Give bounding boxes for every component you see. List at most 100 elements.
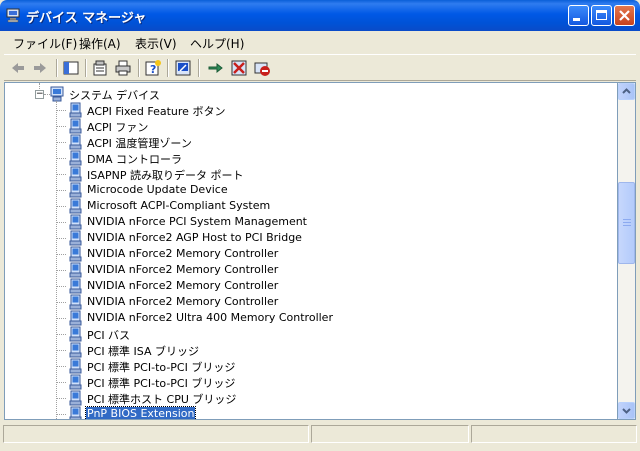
device-icon [69,198,82,214]
tree-line [57,254,66,255]
device-icon [69,310,82,326]
tree-line [57,158,66,159]
toolbar-separator [138,59,140,77]
device-icon [69,262,82,278]
menu-file[interactable]: ファイル(F) [13,35,77,52]
tree-line [57,110,66,111]
vertical-scrollbar[interactable] [618,82,636,420]
device-icon [69,342,82,358]
device-icon [69,150,82,166]
status-pane-2 [311,425,469,443]
tree-line [57,286,66,287]
menu-action[interactable]: 操作(A) [79,35,121,52]
chevron-down-icon [622,408,631,414]
toolbar-separator [198,59,200,77]
tree-line [57,238,66,239]
uninstall-icon[interactable] [230,59,248,77]
help-icon[interactable]: ? [144,59,162,77]
system-devices-icon [50,86,64,102]
menu-help[interactable]: ヘルプ(H) [190,35,244,52]
toolbar-separator [56,59,58,77]
device-icon [69,230,82,246]
device-item-label: PCI 標準 PCI-to-PCI ブリッジ [87,361,236,374]
toolbar: ? [4,54,636,81]
menu-bar: ファイル(F) 操作(A) 表示(V) ヘルプ(H) [4,31,636,54]
close-button[interactable] [614,5,635,26]
tree-line [57,350,66,351]
device-item-label: PnP BIOS Extension [84,406,197,420]
tree-line [57,222,66,223]
device-icon [69,358,82,374]
device-item-label: NVIDIA nForce2 AGP Host to PCI Bridge [87,231,302,244]
scroll-down-button[interactable] [618,402,635,419]
device-icon [69,390,82,406]
device-item-label: NVIDIA nForce2 Memory Controller [87,247,279,260]
tree-line [57,382,66,383]
chevron-up-icon [622,88,631,94]
device-icon [69,406,82,419]
device-item-label: ACPI ファン [87,121,149,134]
menu-view[interactable]: 表示(V) [135,35,177,52]
collapse-toggle[interactable]: − [35,90,44,99]
title-bar: デバイス マネージャ [0,0,640,31]
device-item-label: PCI 標準 ISA ブリッジ [87,345,200,358]
device-item-label: NVIDIA nForce2 Memory Controller [87,263,279,276]
scan-hardware-changes-icon[interactable] [174,59,192,77]
properties-icon[interactable] [91,59,109,77]
status-pane-3 [471,425,637,443]
device-item-label: PCI 標準 PCI-to-PCI ブリッジ [87,377,236,390]
forward-arrow-icon[interactable] [31,59,49,77]
device-icon [69,246,82,262]
print-icon[interactable] [114,59,132,77]
device-item-label: PCI 標準ホスト CPU ブリッジ [87,393,237,406]
status-pane-1 [3,425,309,443]
device-item-label: Microcode Update Device [87,183,228,196]
device-icon [69,214,82,230]
tree-line [57,190,66,191]
svg-text:?: ? [150,63,156,76]
tree-line [57,334,66,335]
device-item-label: PCI バス [87,329,131,342]
tree-line [57,174,66,175]
device-icon [69,118,82,134]
tree-line [57,318,66,319]
maximize-button[interactable] [591,5,612,26]
toolbar-separator [85,59,87,77]
device-icon [69,278,82,294]
back-arrow-icon[interactable] [9,59,27,77]
tree-line [57,366,66,367]
device-item-label: NVIDIA nForce2 Ultra 400 Memory Controll… [87,311,333,324]
device-tree[interactable]: − システム デバイス ACPI Fixed Feature ボタン ACPI フ… [4,82,618,420]
scroll-thumb[interactable] [618,182,635,264]
close-icon [619,10,630,21]
scroll-up-button[interactable] [618,83,635,100]
minimize-button[interactable] [568,5,589,26]
tree-line [57,302,66,303]
device-item-label: ACPI Fixed Feature ボタン [87,105,226,118]
show-hide-console-tree-icon[interactable] [62,59,80,77]
window-title: デバイス マネージャ [26,11,147,26]
tree-line [57,142,66,143]
update-driver-icon[interactable] [207,59,225,77]
tree-line [57,206,66,207]
device-icon [69,182,82,198]
device-item-label: ACPI 温度管理ゾーン [87,137,192,150]
toolbar-separator [167,59,169,77]
disable-device-icon[interactable] [253,59,271,77]
tree-line [57,270,66,271]
device-item-label: DMA コントローラ [87,153,182,166]
device-item-label: NVIDIA nForce PCI System Management [87,215,307,228]
device-icon [69,134,82,150]
tree-line [57,414,66,415]
device-item-label: NVIDIA nForce2 Memory Controller [87,295,279,308]
tree-root-label: システム デバイス [69,89,160,102]
device-item-label: Microsoft ACPI-Compliant System [87,199,271,212]
status-bar [0,421,640,451]
tree-line [57,398,66,399]
tree-line [56,101,57,419]
device-icon [69,102,82,118]
device-item-label: ISAPNP 読み取りデータ ポート [87,169,244,182]
device-icon [69,166,82,182]
device-manager-app-icon [6,8,20,23]
device-item-label: NVIDIA nForce2 Memory Controller [87,279,279,292]
